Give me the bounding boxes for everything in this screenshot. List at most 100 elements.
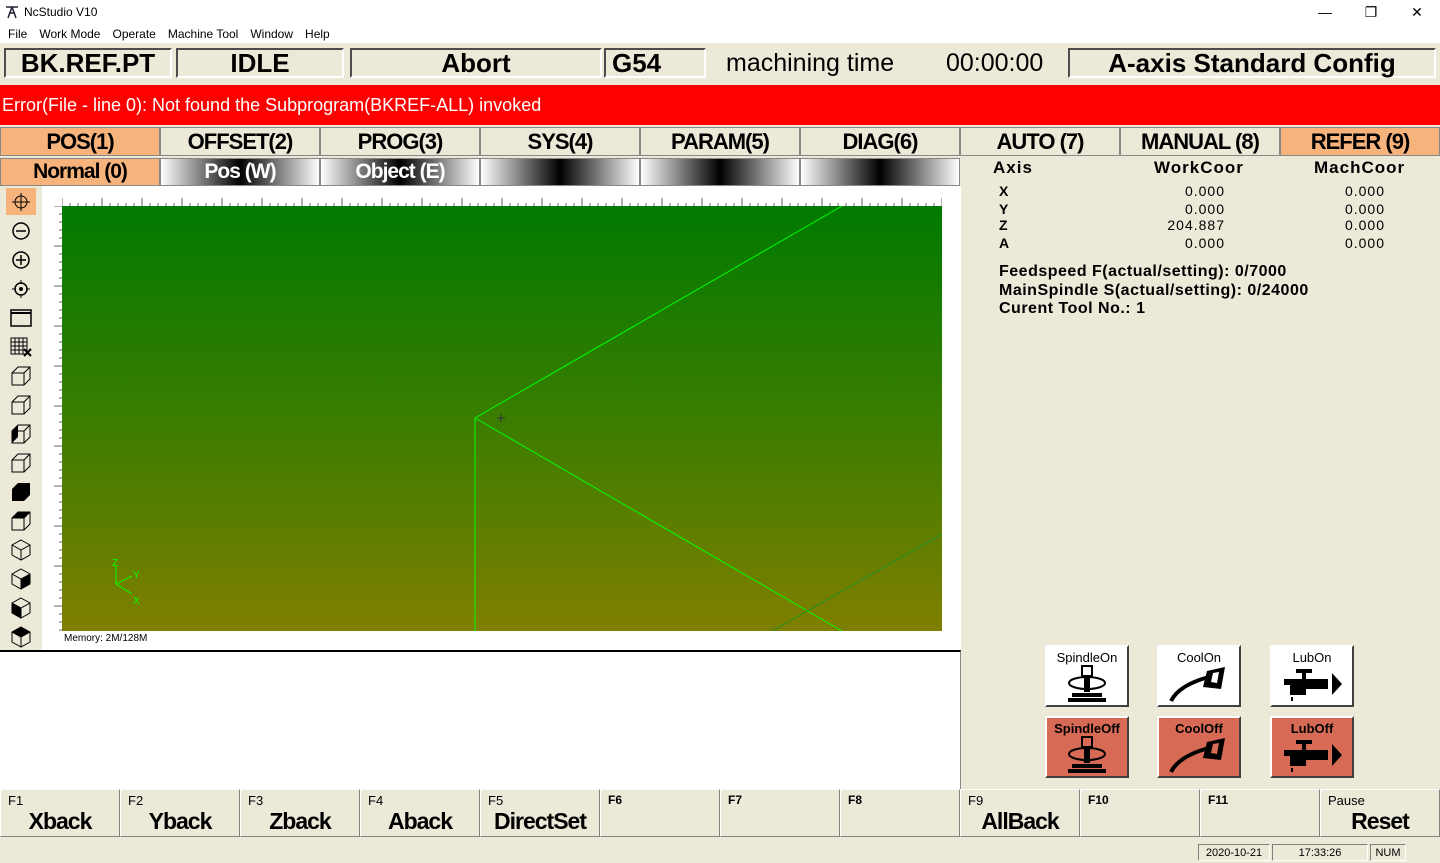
coolant-off-label: CoolOff	[1175, 721, 1223, 736]
fkey-label: F1	[8, 793, 24, 808]
lube-on-button[interactable]: LubOn	[1270, 645, 1354, 707]
axis-header: Axis	[993, 158, 1033, 177]
tab-offset[interactable]: OFFSET(2)	[160, 127, 320, 156]
mach-y: 0.000	[1344, 201, 1385, 217]
view-top-icon[interactable]	[6, 478, 36, 505]
maximize-button[interactable]: ❐	[1348, 0, 1394, 24]
menu-help[interactable]: Help	[297, 27, 334, 41]
lube-off-button[interactable]: LubOff	[1270, 716, 1354, 778]
subtab-empty-3[interactable]	[800, 158, 960, 186]
coolant-on-label: CoolOn	[1176, 650, 1222, 665]
work-y: 0.000	[1184, 201, 1225, 217]
subtab-object[interactable]: Object (E)	[320, 158, 480, 186]
coolant-off-button[interactable]: CoolOff	[1157, 716, 1241, 778]
fkey-label: F10	[1088, 793, 1109, 807]
close-button[interactable]: ✕	[1394, 0, 1440, 24]
view-front-icon[interactable]	[6, 362, 36, 389]
mode-status: BK.REF.PT	[4, 48, 172, 78]
sub-tabs: Normal (0) Pos (W) Object (E)	[0, 158, 961, 186]
fkey-f2-yback[interactable]: F2 Yback	[120, 789, 240, 837]
fkey-f1-xback[interactable]: F1 Xback	[0, 789, 120, 837]
tab-param[interactable]: PARAM(5)	[640, 127, 800, 156]
subtab-empty-2[interactable]	[640, 158, 800, 186]
view-iso-1-icon[interactable]	[6, 536, 36, 563]
fkey-f10[interactable]: F10	[1080, 789, 1200, 837]
tab-manual[interactable]: MANUAL (8)	[1120, 127, 1280, 156]
menu-machine-tool[interactable]: Machine Tool	[160, 27, 243, 41]
view-bottom-icon[interactable]	[6, 507, 36, 534]
view-right-icon[interactable]	[6, 449, 36, 476]
axis-x: X	[999, 183, 1010, 199]
view-toolbar	[0, 186, 42, 650]
tab-pos[interactable]: POS(1)	[0, 127, 160, 156]
fkey-name: Xback	[28, 808, 93, 834]
axis-y: Y	[999, 201, 1010, 217]
lube-on-label: LubOn	[1292, 650, 1332, 665]
status-time: 17:33:26	[1272, 844, 1368, 861]
work-x: 0.000	[1184, 183, 1225, 199]
fkey-f9-allback[interactable]: F9 AllBack	[960, 789, 1080, 837]
fit-window-icon[interactable]	[6, 304, 36, 331]
fkey-f3-zback[interactable]: F3 Zback	[240, 789, 360, 837]
view-back-icon[interactable]	[6, 391, 36, 418]
fkey-name: Reset	[1351, 808, 1410, 834]
view-iso-3-icon[interactable]	[6, 594, 36, 621]
menu-work-mode[interactable]: Work Mode	[31, 27, 104, 41]
tab-sys[interactable]: SYS(4)	[480, 127, 640, 156]
fkey-label: F11	[1208, 793, 1229, 807]
memory-usage: Memory: 2M/128M	[64, 633, 148, 644]
coolant-on-button[interactable]: CoolOn	[1157, 645, 1241, 707]
view-iso-2-icon[interactable]	[6, 565, 36, 592]
spindle-on-button[interactable]: SpindleOn	[1045, 645, 1129, 707]
fkey-name: Yback	[148, 808, 213, 834]
tool-position-marker	[497, 414, 505, 422]
subtab-normal[interactable]: Normal (0)	[0, 158, 160, 186]
spindle-off-button[interactable]: SpindleOff	[1045, 716, 1129, 778]
tab-diag[interactable]: DIAG(6)	[800, 127, 960, 156]
message-console[interactable]	[0, 650, 961, 789]
ruler-left	[54, 206, 62, 631]
view-left-icon[interactable]	[6, 420, 36, 447]
spindle-info: MainSpindle S(actual/setting): 0/24000	[999, 282, 1309, 299]
fkey-label: F2	[128, 793, 144, 808]
error-message: Error(File - line 0): Not found the Subp…	[0, 85, 1440, 125]
fkey-pause-reset[interactable]: Pause Reset	[1320, 789, 1440, 837]
toolpath-line	[474, 206, 843, 419]
tab-refer[interactable]: REFER (9)	[1280, 127, 1440, 156]
tool-info: Curent Tool No.: 1	[999, 300, 1146, 317]
config-status: A-axis Standard Config	[1068, 48, 1436, 78]
fkey-f7[interactable]: F7	[720, 789, 840, 837]
zoom-in-icon[interactable]	[6, 246, 36, 273]
fkey-label: F7	[728, 793, 743, 807]
crosshair-icon[interactable]	[6, 188, 36, 215]
lube-icon	[1284, 740, 1342, 772]
subtab-empty-1[interactable]	[480, 158, 640, 186]
menu-file[interactable]: File	[0, 27, 31, 41]
grid-view-icon[interactable]	[6, 333, 36, 360]
status-num-lock: NUM	[1370, 844, 1406, 861]
tab-prog[interactable]: PROG(3)	[320, 127, 480, 156]
menu-operate[interactable]: Operate	[104, 27, 159, 41]
zoom-out-icon[interactable]	[6, 217, 36, 244]
center-view-icon[interactable]	[6, 275, 36, 302]
machcoor-header: MachCoor	[1314, 158, 1406, 177]
app-icon	[6, 6, 18, 19]
coolant-icon	[1169, 667, 1225, 703]
fkey-f11[interactable]: F11	[1200, 789, 1320, 837]
fkey-f8[interactable]: F8	[840, 789, 960, 837]
spindle-off-label: SpindleOff	[1054, 721, 1120, 736]
fkey-f4-aback[interactable]: F4 Aback	[360, 789, 480, 837]
menu-window[interactable]: Window	[242, 27, 297, 41]
fkey-label: F5	[488, 793, 504, 808]
tab-auto[interactable]: AUTO (7)	[960, 127, 1120, 156]
coord-system-status: G54	[604, 48, 706, 78]
minimize-button[interactable]: —	[1302, 0, 1348, 24]
fkey-label: F6	[608, 793, 623, 807]
subtab-pos[interactable]: Pos (W)	[160, 158, 320, 186]
fkey-f5-directset[interactable]: F5 DirectSet	[480, 789, 600, 837]
view-iso-4-icon[interactable]	[6, 623, 36, 650]
fkey-f6[interactable]: F6	[600, 789, 720, 837]
spindle-on-label: SpindleOn	[1056, 650, 1118, 665]
fkey-name: Zback	[269, 808, 331, 834]
toolpath-canvas[interactable]: Z Y X	[62, 206, 942, 631]
